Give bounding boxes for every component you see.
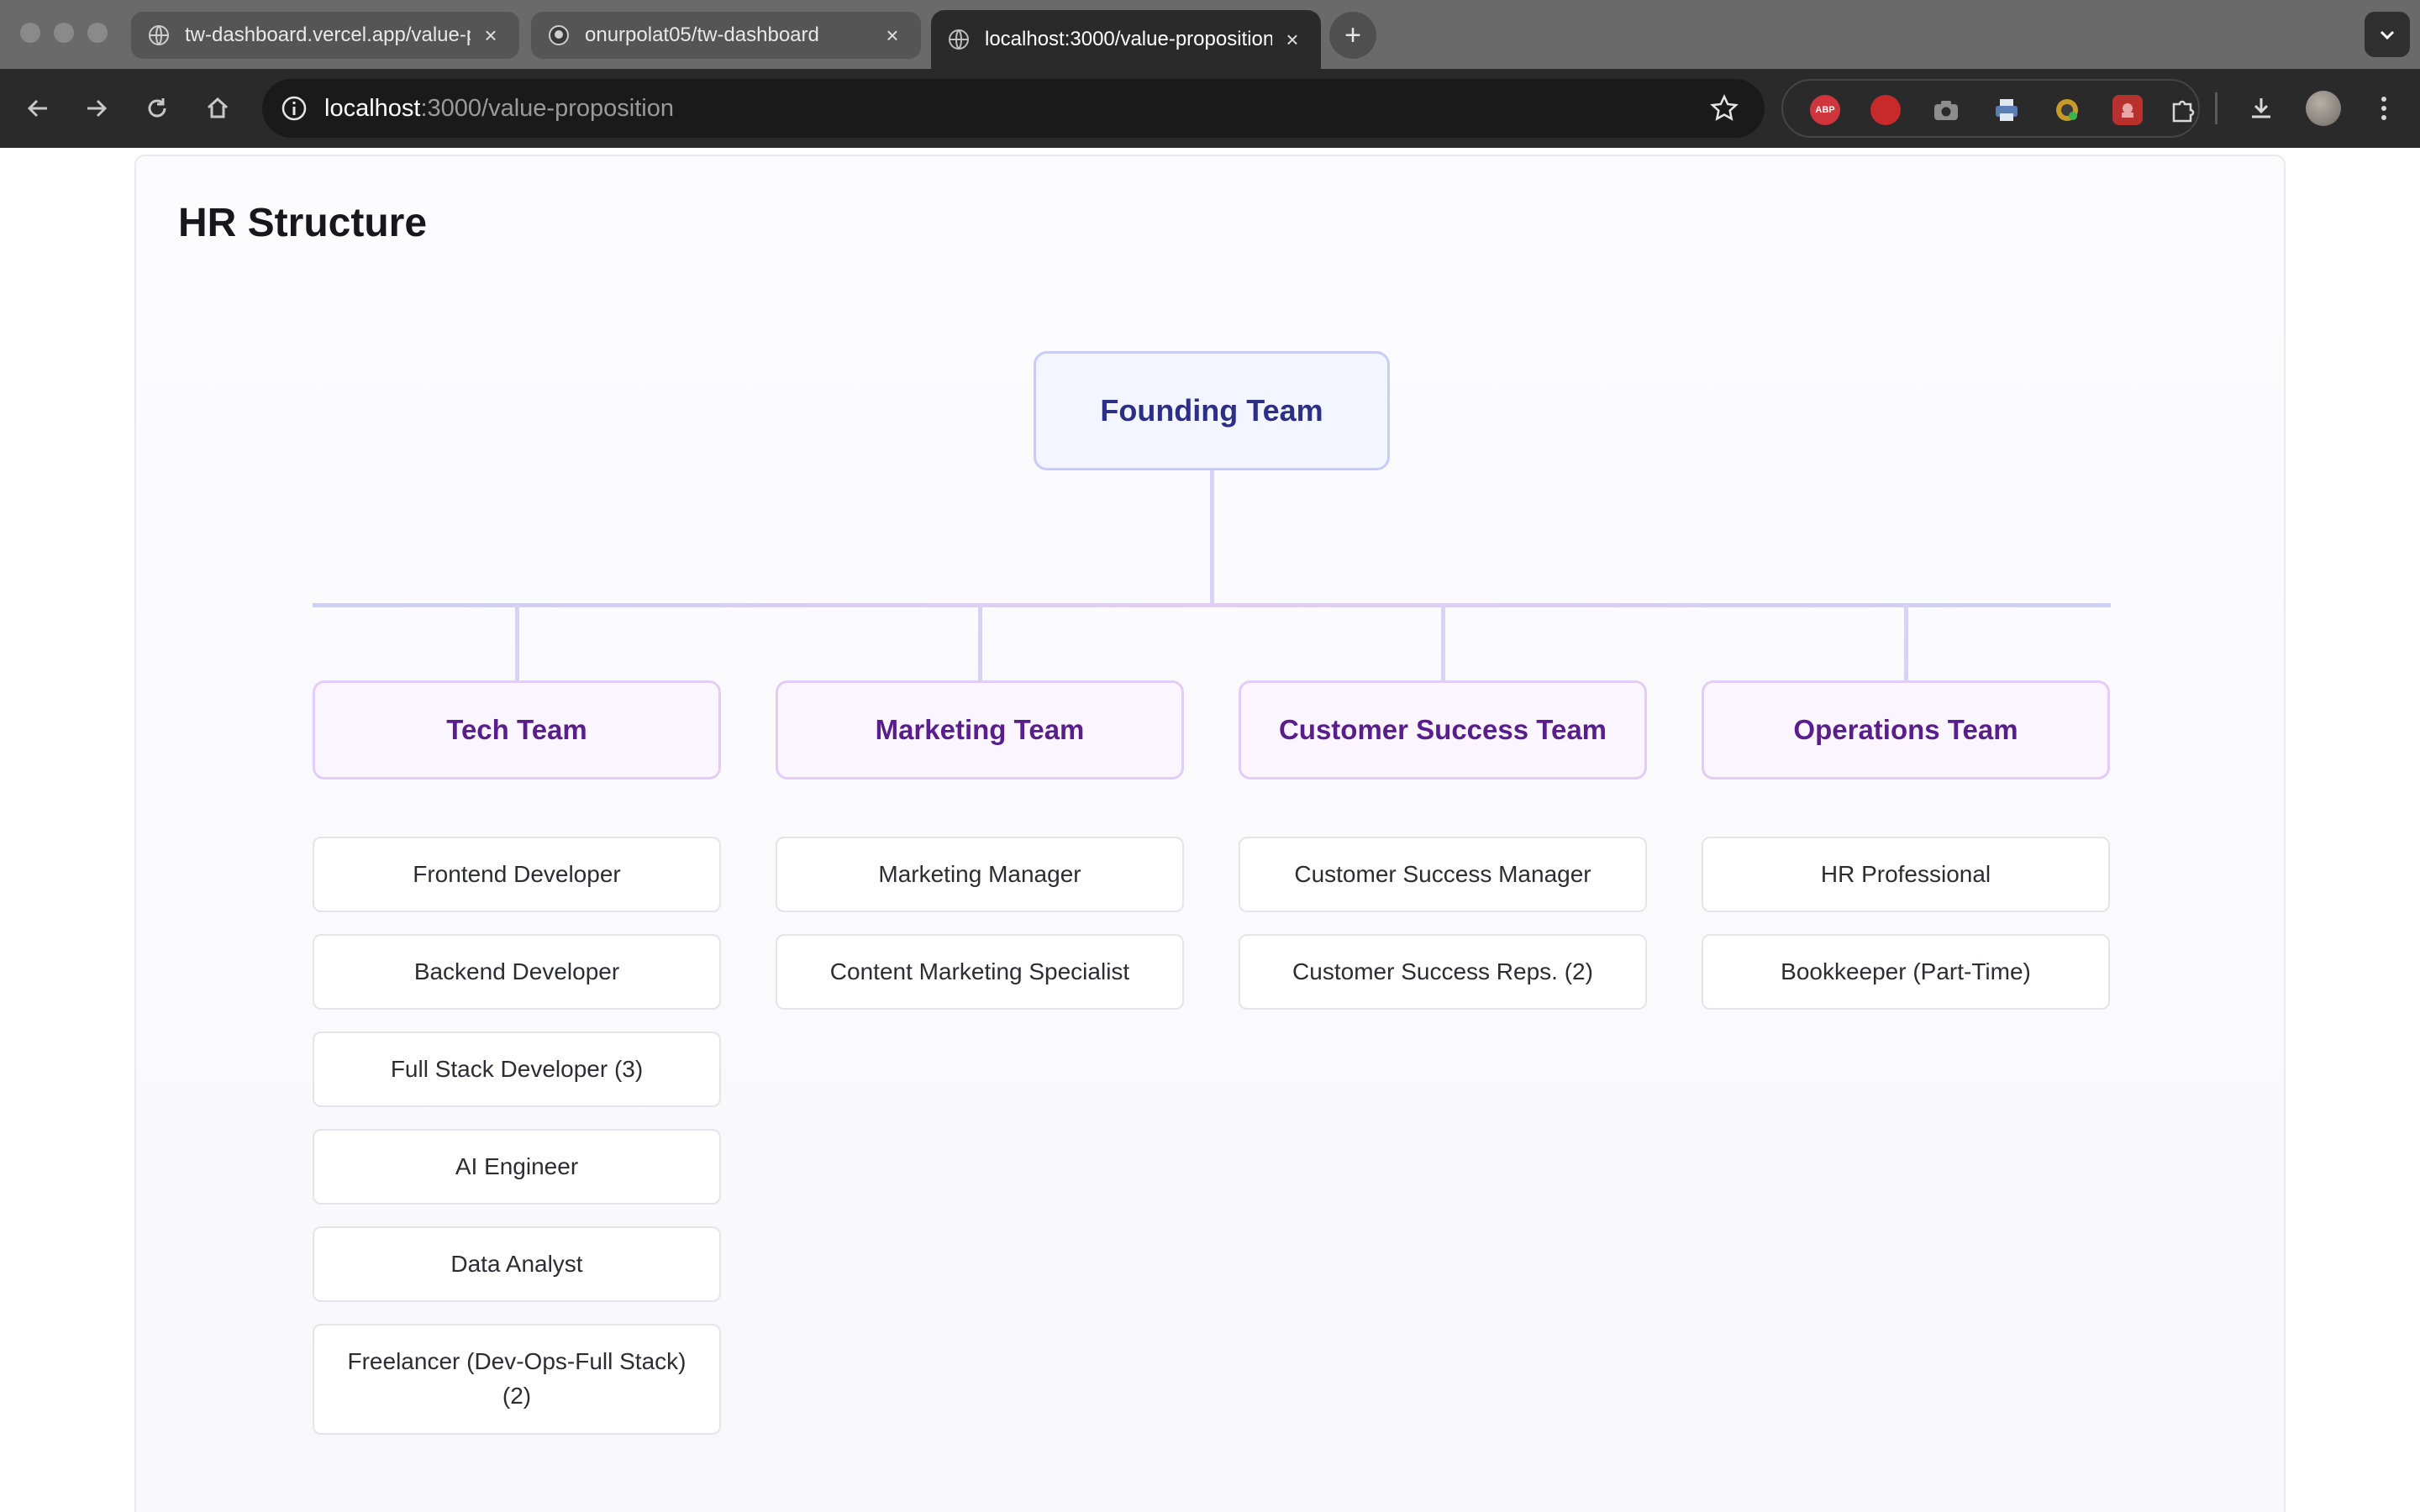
team-node-tech: Tech Team bbox=[313, 680, 721, 780]
chevron-down-icon bbox=[2380, 30, 2395, 40]
tab-title: localhost:3000/value-proposition bbox=[985, 28, 1272, 50]
arrow-left-icon bbox=[27, 99, 47, 118]
puzzle-extensions-icon[interactable] bbox=[2168, 95, 2198, 125]
kebab-menu-icon bbox=[2381, 97, 2386, 120]
close-icon[interactable]: × bbox=[479, 23, 502, 48]
role-card: Frontend Developer bbox=[313, 837, 721, 912]
site-info-icon[interactable] bbox=[277, 92, 311, 125]
role-card: HR Professional bbox=[1702, 837, 2110, 912]
menu-button[interactable] bbox=[2365, 89, 2403, 128]
profile-avatar[interactable] bbox=[2306, 91, 2341, 126]
url-path: :3000/value-proposition bbox=[420, 94, 674, 122]
close-icon[interactable]: × bbox=[881, 23, 904, 48]
window-close-dot[interactable] bbox=[20, 23, 40, 43]
role-card: Customer Success Reps. (2) bbox=[1239, 934, 1647, 1010]
close-icon[interactable]: × bbox=[1281, 27, 1304, 52]
downloads-button[interactable] bbox=[2242, 89, 2281, 128]
team-node-customer-success: Customer Success Team bbox=[1239, 680, 1647, 780]
team-node-operations: Operations Team bbox=[1702, 680, 2110, 780]
window-zoom-dot[interactable] bbox=[87, 23, 108, 43]
window-minimize-dot[interactable] bbox=[54, 23, 74, 43]
github-icon bbox=[548, 24, 570, 46]
team-connector bbox=[1441, 605, 1445, 680]
browser-toolbar: localhost:3000/value-proposition ABP bbox=[0, 69, 2420, 148]
role-card: Content Marketing Specialist bbox=[776, 934, 1184, 1010]
reload-icon bbox=[148, 98, 166, 118]
role-card: Marketing Manager bbox=[776, 837, 1184, 912]
tab-2[interactable]: onurpolat05/tw-dashboard × bbox=[531, 12, 921, 59]
tab-title: onurpolat05/tw-dashboard bbox=[585, 24, 819, 46]
download-icon bbox=[2252, 98, 2270, 118]
team-node-marketing: Marketing Team bbox=[776, 680, 1184, 780]
browser-tab-strip: tw-dashboard.vercel.app/value-propositio… bbox=[0, 0, 2420, 69]
toolbar-divider bbox=[2215, 92, 2217, 124]
root-connector bbox=[1210, 470, 1214, 605]
role-card: AI Engineer bbox=[313, 1129, 721, 1205]
url-host: localhost bbox=[324, 94, 421, 122]
role-card: Data Analyst bbox=[313, 1226, 721, 1302]
role-card: Full Stack Developer (3) bbox=[313, 1032, 721, 1107]
tab-3-active[interactable]: localhost:3000/value-proposition × bbox=[931, 10, 1321, 69]
hr-structure-card: HR Structure Founding Team Tech Team Mar… bbox=[134, 155, 2286, 1512]
tab-search-button[interactable] bbox=[2365, 12, 2410, 57]
back-button[interactable] bbox=[18, 89, 57, 128]
team-connector bbox=[515, 605, 519, 680]
extensions-group: ABP bbox=[1781, 79, 2200, 138]
color-picker-icon[interactable] bbox=[2052, 95, 2082, 125]
team-connector bbox=[978, 605, 982, 680]
home-button[interactable] bbox=[198, 89, 237, 128]
page-viewport: HR Structure Founding Team Tech Team Mar… bbox=[0, 148, 2420, 1512]
home-icon bbox=[207, 97, 229, 118]
reload-button[interactable] bbox=[138, 89, 176, 128]
camera-icon[interactable] bbox=[1931, 95, 1961, 125]
address-bar[interactable]: localhost:3000/value-proposition bbox=[262, 79, 1765, 138]
horizontal-connector bbox=[313, 603, 2111, 607]
new-tab-button[interactable]: + bbox=[1329, 12, 1376, 59]
role-card: Customer Success Manager bbox=[1239, 837, 1647, 912]
page-title: HR Structure bbox=[178, 201, 428, 245]
role-card: Freelancer (Dev-Ops-Full Stack) (2) bbox=[313, 1324, 721, 1435]
url-text[interactable]: localhost:3000/value-proposition bbox=[324, 95, 674, 123]
role-card: Backend Developer bbox=[313, 934, 721, 1010]
arrow-right-icon bbox=[87, 99, 108, 118]
bookmark-star-icon[interactable] bbox=[1707, 92, 1741, 125]
tab-1[interactable]: tw-dashboard.vercel.app/value-propositio… bbox=[131, 12, 519, 59]
role-card: Bookkeeper (Part-Time) bbox=[1702, 934, 2110, 1010]
adblock-plus-icon[interactable]: ABP bbox=[1810, 95, 1840, 125]
tab-title: tw-dashboard.vercel.app/value-propositio… bbox=[185, 24, 471, 46]
globe-icon bbox=[148, 24, 170, 46]
stop-hand-icon[interactable] bbox=[1870, 95, 1901, 125]
forward-button[interactable] bbox=[77, 89, 116, 128]
printer-icon[interactable] bbox=[1991, 95, 2022, 125]
root-node-founding-team: Founding Team bbox=[1034, 351, 1390, 470]
globe-icon bbox=[948, 29, 970, 50]
team-connector bbox=[1904, 605, 1908, 680]
red-extension-icon[interactable] bbox=[2112, 95, 2143, 125]
